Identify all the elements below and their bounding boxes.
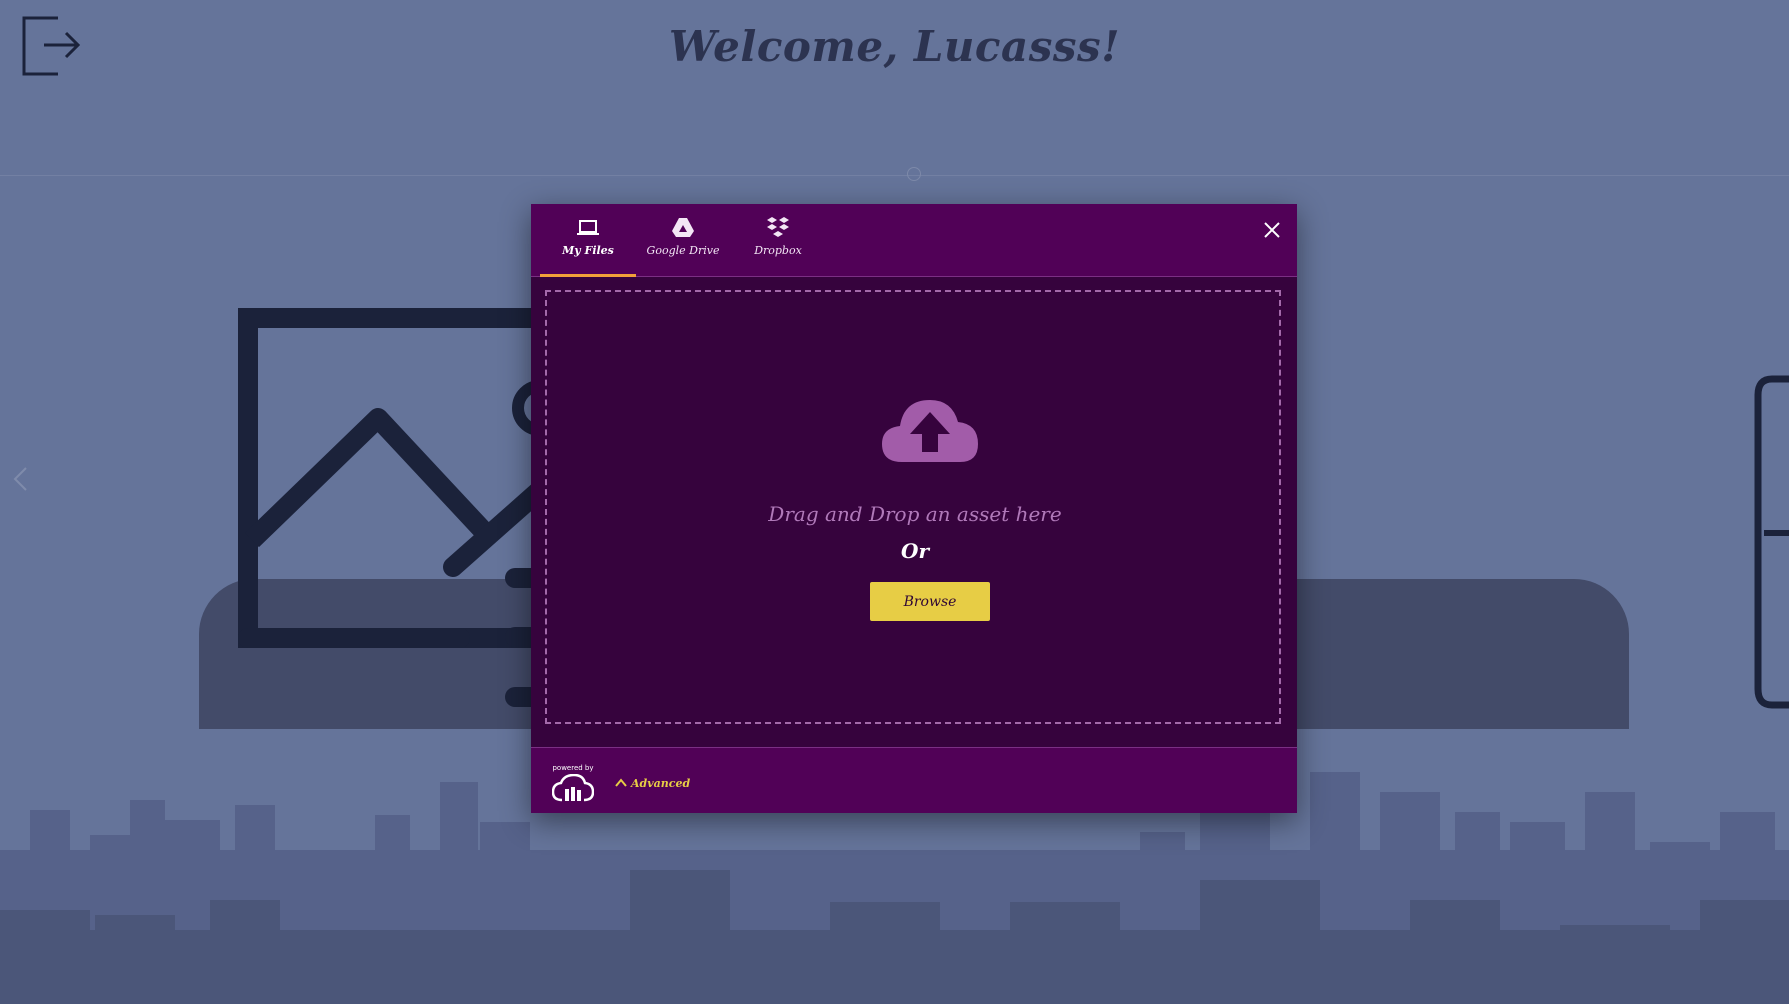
dropbox-icon: [767, 217, 789, 237]
tab-my-files-label: My Files: [562, 244, 614, 257]
close-icon[interactable]: [1262, 220, 1282, 240]
advanced-label: Advanced: [631, 776, 691, 790]
drop-instruction: Drag and Drop an asset here: [768, 502, 1062, 526]
upload-modal: My Files Google Drive Dropbox Drag and D…: [531, 204, 1297, 813]
drop-zone[interactable]: Drag and Drop an asset here Or Browse: [545, 290, 1281, 724]
source-tabs: My Files Google Drive Dropbox: [531, 204, 1297, 277]
modal-footer: powered by Advanced: [531, 747, 1297, 814]
google-drive-icon: [672, 218, 694, 237]
tab-my-files[interactable]: My Files: [540, 216, 636, 277]
cloud-upload-icon: [882, 400, 978, 462]
laptop-icon: [577, 220, 599, 235]
tab-google-drive[interactable]: Google Drive: [635, 216, 731, 276]
browse-button[interactable]: Browse: [870, 582, 990, 621]
tab-dropbox-label: Dropbox: [754, 244, 802, 257]
image-frame-edge: [1754, 375, 1789, 709]
advanced-toggle[interactable]: Advanced: [615, 774, 690, 792]
chevron-up-icon: [615, 778, 627, 787]
powered-by-label: powered by: [552, 764, 594, 772]
cloudinary-logo-icon: [552, 774, 594, 802]
powered-by-badge[interactable]: powered by: [551, 764, 595, 808]
tab-google-drive-label: Google Drive: [646, 244, 720, 257]
tab-dropbox[interactable]: Dropbox: [730, 216, 826, 276]
drop-area[interactable]: Drag and Drop an asset here Or Browse: [531, 277, 1297, 747]
or-separator: Or: [901, 539, 929, 563]
